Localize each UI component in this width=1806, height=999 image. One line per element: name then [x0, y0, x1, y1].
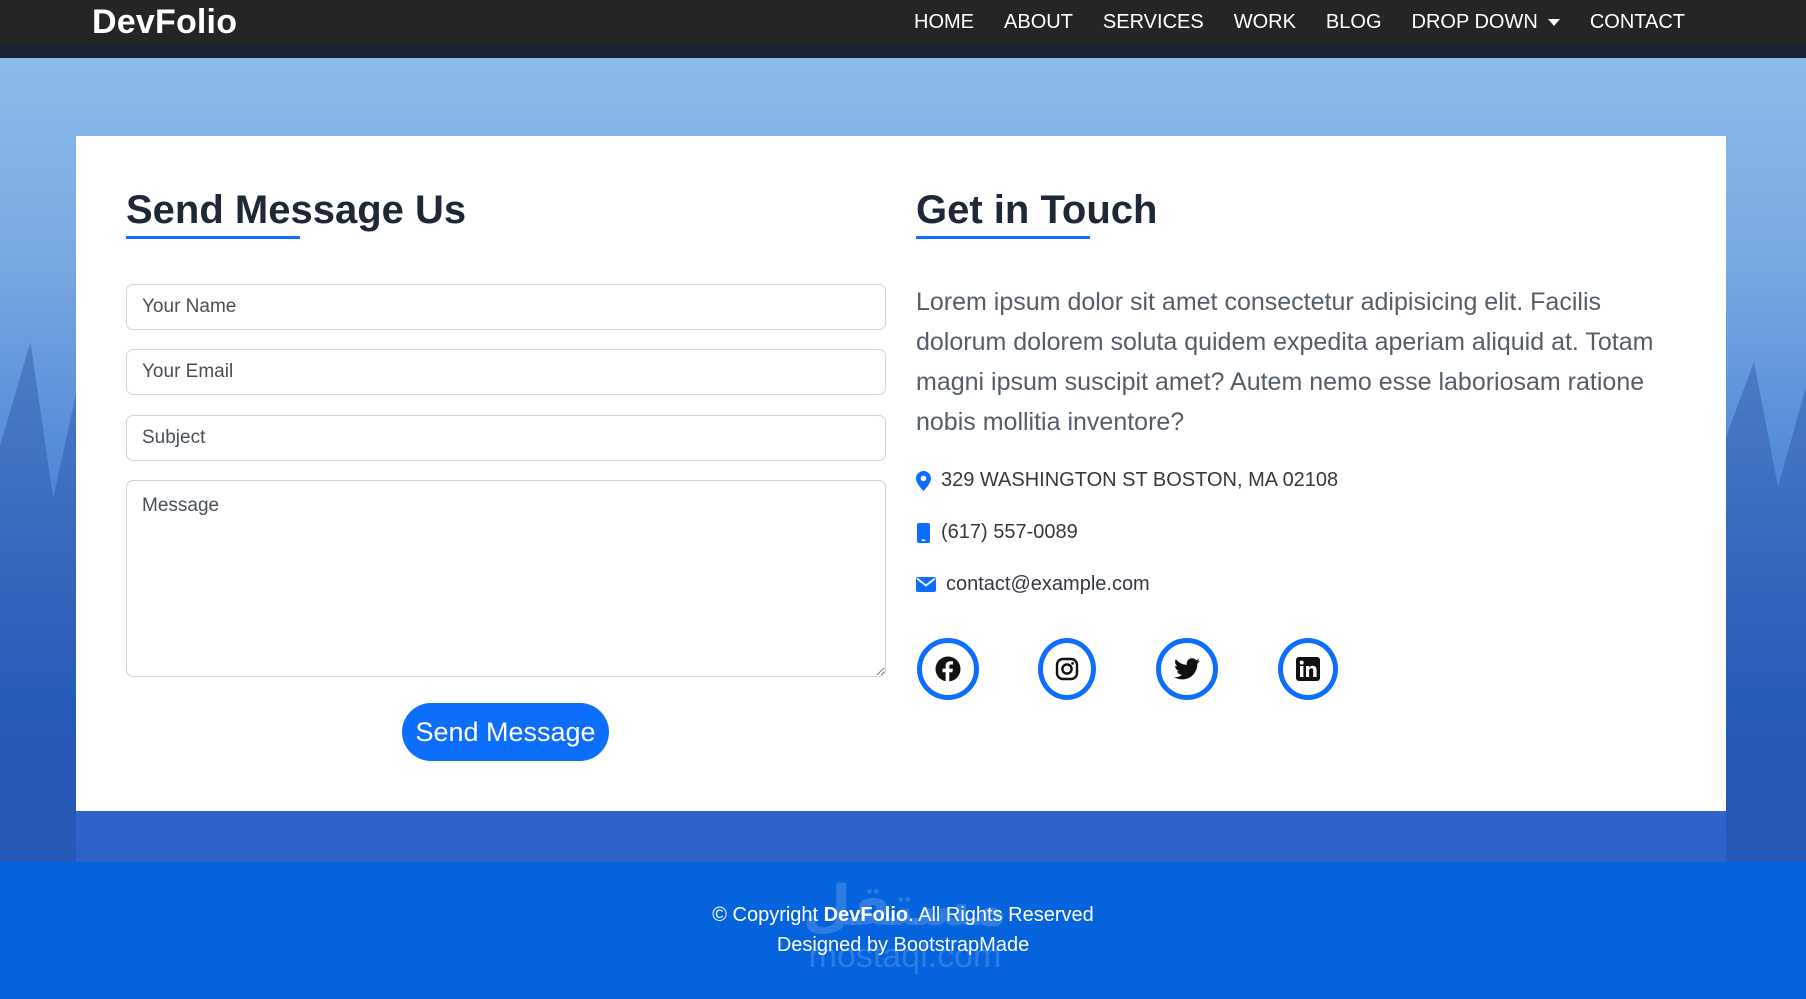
email-text[interactable]: contact@example.com [946, 573, 1150, 596]
envelope-icon [916, 577, 936, 592]
twitter-link[interactable] [1156, 638, 1218, 700]
email-row: contact@example.com [916, 573, 1150, 596]
nav-services[interactable]: SERVICES [1088, 10, 1219, 34]
footer-brand: DevFolio [823, 904, 909, 926]
name-input[interactable] [126, 284, 886, 330]
nav-work[interactable]: WORK [1219, 10, 1311, 34]
form-title-underline [126, 236, 300, 239]
footer-credits[interactable]: Designed by BootstrapMade [0, 932, 1806, 958]
footer-copyright: © Copyright DevFolio. All Rights Reserve… [0, 902, 1806, 928]
instagram-icon [1055, 657, 1079, 681]
instagram-link[interactable] [1038, 638, 1096, 700]
linkedin-icon [1296, 657, 1320, 681]
background-trees-left [0, 342, 76, 862]
navbar: DevFolio HOME ABOUT SERVICES WORK BLOG D… [0, 0, 1806, 58]
email-input[interactable] [126, 349, 886, 395]
form-title: Send Message Us [126, 188, 467, 232]
nav-about[interactable]: ABOUT [989, 10, 1088, 34]
send-message-button[interactable]: Send Message [402, 703, 609, 761]
contact-card: Send Message Us Send Message Get in Touc… [76, 136, 1726, 811]
facebook-icon [935, 656, 961, 682]
subject-input[interactable] [126, 415, 886, 461]
nav-contact[interactable]: CONTACT [1575, 10, 1700, 34]
nav-blog[interactable]: BLOG [1311, 10, 1397, 34]
copyright-prefix: © Copyright [712, 904, 824, 926]
twitter-icon [1174, 658, 1200, 680]
info-title-underline [916, 236, 1090, 239]
message-textarea[interactable] [126, 480, 886, 677]
nav-home[interactable]: HOME [899, 10, 989, 34]
info-description: Lorem ipsum dolor sit amet consectetur a… [916, 288, 1654, 436]
brand-logo[interactable]: DevFolio [92, 2, 237, 42]
phone-icon [916, 522, 931, 543]
footer: مستقل mostaql.com © Copyright DevFolio. … [0, 862, 1806, 999]
background-trees-right [1726, 362, 1806, 862]
nav-dropdown-label: DROP DOWN [1411, 11, 1538, 33]
map-marker-icon [916, 470, 931, 491]
copyright-suffix: . All Rights Reserved [908, 904, 1094, 926]
linkedin-link[interactable] [1278, 638, 1338, 700]
phone-text[interactable]: (617) 557-0089 [941, 521, 1078, 544]
address-text: 329 WASHINGTON ST BOSTON, MA 02108 [941, 469, 1339, 491]
nav-dropdown[interactable]: DROP DOWN [1397, 10, 1575, 34]
caret-down-icon [1547, 18, 1560, 26]
phone-row: (617) 557-0089 [916, 521, 1078, 544]
nav-links: HOME ABOUT SERVICES WORK BLOG DROP DOWN … [899, 10, 1700, 34]
address-row: 329 WASHINGTON ST BOSTON, MA 02108 [916, 469, 1338, 492]
facebook-link[interactable] [917, 638, 979, 700]
info-title: Get in Touch [916, 188, 1158, 232]
